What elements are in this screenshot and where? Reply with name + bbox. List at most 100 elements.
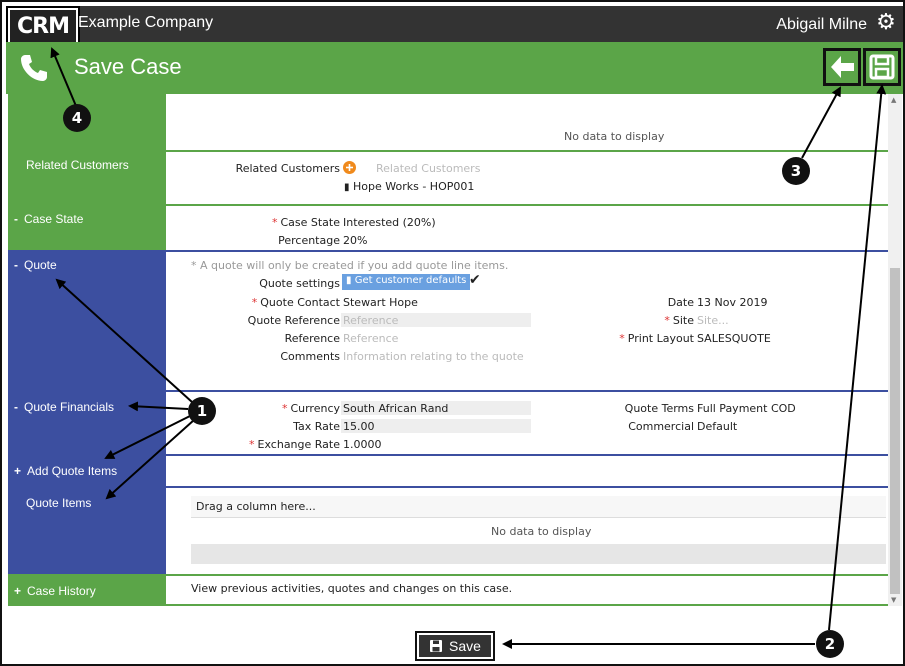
scroll-thumb[interactable] <box>890 268 900 594</box>
case-state-value[interactable]: Interested (20%) <box>343 216 436 229</box>
collapse-sign: - <box>14 212 18 226</box>
grid-footer <box>191 544 886 564</box>
save-top-button[interactable] <box>863 48 901 86</box>
section-financials-label[interactable]: - Quote Financials <box>8 392 166 454</box>
site-input[interactable]: Site... <box>697 314 729 327</box>
callout-3: 3 <box>782 157 810 185</box>
quote-note: * A quote will only be created if you ad… <box>191 259 509 272</box>
commercial-label: Commercial <box>628 420 694 433</box>
related-customers-label: Related Customers <box>235 162 340 175</box>
related-customers-input[interactable]: Related Customers <box>376 162 480 175</box>
collapse-sign: - <box>14 400 18 414</box>
expand-sign: + <box>14 584 22 598</box>
building-icon: ▮ <box>346 275 352 286</box>
related-customer-name: Hope Works - HOP001 <box>353 180 475 193</box>
save-bottom-label: Save <box>449 638 481 654</box>
scroll-down-icon[interactable]: ▼ <box>891 596 896 604</box>
expand-sign: + <box>14 464 22 478</box>
callout-1: 1 <box>188 397 216 425</box>
floppy-disk-icon <box>869 54 895 80</box>
section-case-history-body: View previous activities, quotes and cha… <box>166 576 888 604</box>
content-scrollbar[interactable]: ▲ ▼ <box>888 94 902 606</box>
logo-text: CRM <box>17 13 70 39</box>
quote-contact-value[interactable]: Stewart Hope <box>343 296 418 309</box>
quote-reference-label: Quote Reference <box>247 314 340 327</box>
plus-circle-icon[interactable] <box>343 161 356 174</box>
grid-group-panel[interactable]: Drag a column here... <box>191 496 886 518</box>
top-bar: CRM Example Company Abigail Milne ⚙ <box>6 6 903 46</box>
comments-label: Comments <box>280 350 340 363</box>
quote-reference-input[interactable]: Reference <box>343 314 398 327</box>
section-case-history-title: Case History <box>27 584 96 598</box>
section-quote-items-body: Drag a column here... No data to display <box>166 488 888 574</box>
comments-input[interactable]: Information relating to the quote <box>343 350 524 363</box>
section-add-items-label[interactable]: + Add Quote Items <box>8 456 166 486</box>
currency-label: * Currency <box>281 402 340 415</box>
section-quote-items-label[interactable]: Quote Items <box>8 488 166 574</box>
section-related-body: Related Customers Related Customers ▮ Ho… <box>166 152 888 204</box>
reference-label: Reference <box>284 332 340 345</box>
get-customer-defaults-button[interactable]: ▮ Get customer defaults <box>342 274 471 290</box>
print-layout-value[interactable]: SALESQUOTE <box>697 332 771 345</box>
checkmark-icon: ✔ <box>469 272 481 288</box>
scroll-up-icon[interactable]: ▲ <box>891 96 896 104</box>
crm-logo[interactable]: CRM <box>6 6 80 46</box>
user-name[interactable]: Abigail Milne <box>776 16 867 34</box>
section-financials-title: Quote Financials <box>24 400 115 414</box>
no-data-text: No data to display <box>564 130 665 143</box>
building-icon: ▮ <box>344 182 350 193</box>
site-label: * Site <box>664 314 694 327</box>
section-case-state-body: * Case State Interested (20%) Percentage … <box>166 206 888 250</box>
get-customer-defaults-label: Get customer defaults <box>354 275 467 286</box>
back-arrow-icon <box>831 56 854 78</box>
callout-4: 4 <box>63 104 91 132</box>
reference-input[interactable]: Reference <box>343 332 398 345</box>
section-top-partial: No data to display <box>8 94 888 152</box>
commercial-value[interactable]: Default <box>697 420 737 433</box>
date-label: Date <box>667 296 694 309</box>
save-bottom-button[interactable]: Save <box>415 631 495 661</box>
section-case-state: - Case State * Case State Interested (20%)… <box>8 206 888 252</box>
section-add-items-title: Add Quote Items <box>27 464 118 478</box>
section-related-customers: Related Customers Related Customers Rela… <box>8 152 888 206</box>
date-value[interactable]: 13 Nov 2019 <box>697 296 767 309</box>
save-bottom-inner: Save <box>419 635 491 657</box>
section-case-history-label[interactable]: + Case History <box>8 576 166 604</box>
case-state-label: * Case State <box>271 216 340 229</box>
title-bar: Save Case <box>6 42 903 94</box>
quote-terms-value[interactable]: Full Payment COD <box>697 402 796 415</box>
gear-icon[interactable]: ⚙ <box>875 12 897 34</box>
section-quote: - Quote * A quote will only be created if… <box>8 252 888 392</box>
print-layout-label: * Print Layout <box>619 332 694 345</box>
section-quote-items: Quote Items Drag a column here... No dat… <box>8 488 888 576</box>
floppy-disk-icon <box>430 640 443 652</box>
section-quote-items-title: Quote Items <box>26 496 92 510</box>
quote-terms-label: Quote Terms <box>624 402 694 415</box>
section-quote-body: * A quote will only be created if you ad… <box>166 252 888 390</box>
callout-2: 2 <box>816 630 844 658</box>
phone-icon <box>21 55 47 81</box>
percentage-label: Percentage <box>278 234 340 247</box>
drag-column-text: Drag a column here... <box>196 500 316 513</box>
grid-no-data-text: No data to display <box>491 525 592 538</box>
collapse-sign: - <box>14 258 18 272</box>
section-case-state-label[interactable]: - Case State <box>8 206 166 250</box>
percentage-value[interactable]: 20% <box>343 234 367 247</box>
section-add-items-body <box>166 456 888 486</box>
page-title: Save Case <box>74 54 182 79</box>
currency-value[interactable]: South African Rand <box>343 402 448 415</box>
tax-rate-value[interactable]: 15.00 <box>343 420 375 433</box>
section-related-label[interactable]: Related Customers <box>8 152 166 204</box>
company-name: Example Company <box>78 14 214 31</box>
section-related-title: Related Customers <box>26 158 129 172</box>
exchange-rate-value[interactable]: 1.0000 <box>343 438 382 451</box>
section-quote-label[interactable]: - Quote <box>8 252 166 390</box>
back-button[interactable] <box>823 48 861 86</box>
section-case-state-title: Case State <box>24 212 84 226</box>
related-customer-item[interactable]: ▮ Hope Works - HOP001 <box>344 180 474 193</box>
quote-items-grid: Drag a column here... No data to display <box>191 496 886 566</box>
exchange-rate-label: * Exchange Rate <box>249 438 340 451</box>
tax-rate-label: Tax Rate <box>293 420 340 433</box>
app-frame: CRM Example Company Abigail Milne ⚙ Save… <box>0 0 905 666</box>
section-case-history: + Case History View previous activities, … <box>8 576 888 606</box>
